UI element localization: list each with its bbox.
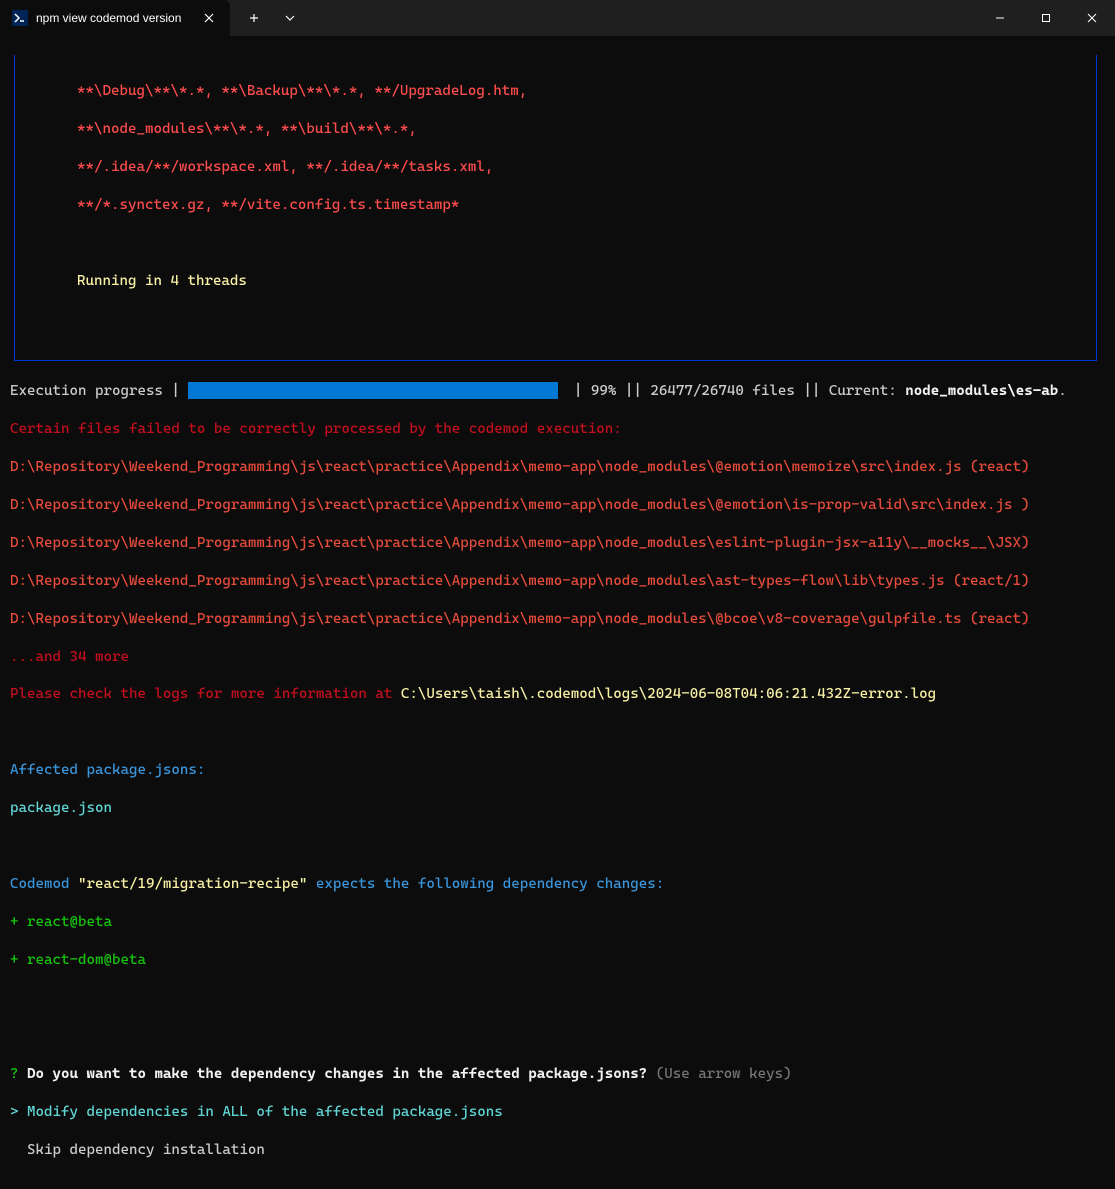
close-window-button[interactable] xyxy=(1069,0,1115,36)
error-more: ...and 34 more xyxy=(10,648,1105,667)
error-line: D:\Repository\Weekend_Programming\js\rea… xyxy=(10,572,1105,591)
affected-file: package.json xyxy=(10,799,1105,818)
tab-dropdown-button[interactable] xyxy=(274,4,306,32)
error-line: D:\Repository\Weekend_Programming\js\rea… xyxy=(10,534,1105,553)
powershell-icon xyxy=(12,10,28,26)
box-line: **/.idea/**/workspace.xml, **/.idea/**/t… xyxy=(27,158,1084,177)
tab-close-button[interactable] xyxy=(200,9,218,27)
error-line: D:\Repository\Weekend_Programming\js\rea… xyxy=(10,610,1105,629)
dep-add: + react@beta xyxy=(10,913,1105,932)
tab-actions xyxy=(230,0,314,36)
current-file: node_modules\es-ab xyxy=(905,383,1058,399)
tab-title: npm view codemod version xyxy=(36,11,192,25)
progress-bar-fill xyxy=(188,382,558,399)
window-controls xyxy=(977,0,1115,36)
minimize-button[interactable] xyxy=(977,0,1023,36)
active-tab[interactable]: npm view codemod version xyxy=(0,0,230,36)
error-line: D:\Repository\Weekend_Programming\js\rea… xyxy=(10,458,1105,477)
codemod-line: Codemod "react/19/migration-recipe" expe… xyxy=(10,875,1105,894)
check-logs-line: Please check the logs for more informati… xyxy=(10,685,1105,704)
progress-line: Execution progress | | 99% || 26477/2674… xyxy=(10,382,1105,401)
box-line: **/*.synctex.gz, **/vite.config.ts.times… xyxy=(27,196,1084,215)
threads-line: Running in 4 threads xyxy=(27,272,1084,291)
box-line: **\Debug\**\*.*, **\Backup\**\*.*, **/Up… xyxy=(27,82,1084,101)
maximize-button[interactable] xyxy=(1023,0,1069,36)
error-line: D:\Repository\Weekend_Programming\js\rea… xyxy=(10,496,1105,515)
terminal-output: **\Debug\**\*.*, **\Backup\**\*.*, **/Up… xyxy=(0,36,1115,1189)
error-header: Certain files failed to be correctly pro… xyxy=(10,420,1105,439)
titlebar: npm view codemod version xyxy=(0,0,1115,36)
dep-add: + react-dom@beta xyxy=(10,951,1105,970)
box-line: **\node_modules\**\*.*, **\build\**\*.*, xyxy=(27,120,1084,139)
log-path: C:\Users\taish\.codemod\logs\2024-06-08T… xyxy=(401,686,936,702)
info-box: **\Debug\**\*.*, **\Backup\**\*.*, **/Up… xyxy=(14,55,1097,361)
prompt-question: ? Do you want to make the dependency cha… xyxy=(10,1065,1105,1084)
new-tab-button[interactable] xyxy=(238,4,270,32)
prompt-hint: (Use arrow keys) xyxy=(656,1066,792,1082)
prompt-option-selected[interactable]: > Modify dependencies in ALL of the affe… xyxy=(10,1103,1105,1122)
prompt-option[interactable]: Skip dependency installation xyxy=(10,1141,1105,1160)
affected-header: Affected package.jsons: xyxy=(10,761,1105,780)
